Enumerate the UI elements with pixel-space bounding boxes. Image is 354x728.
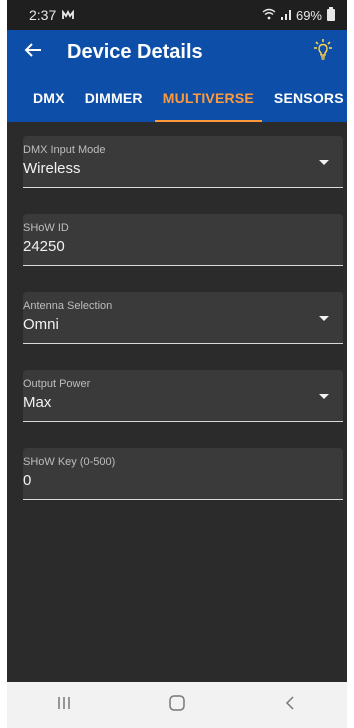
- system-nav-bar: [7, 682, 347, 728]
- status-time: 2:37: [29, 7, 57, 23]
- phone-screen: 2:37 69% Device Details DMX DIMMER MULTI…: [7, 0, 347, 728]
- field-label: SHoW Key (0-500): [23, 456, 116, 468]
- recent-apps-icon: [56, 696, 72, 715]
- status-left: 2:37: [29, 7, 75, 23]
- field-value: 24250: [23, 238, 65, 255]
- tab-dmx[interactable]: DMX: [33, 74, 65, 122]
- show-id-input[interactable]: SHoW ID 24250: [23, 214, 343, 266]
- signal-icon: [280, 8, 291, 23]
- dropdown-arrow-icon: [319, 394, 329, 399]
- antenna-selection-select[interactable]: Antenna Selection Omni: [23, 292, 343, 344]
- lightbulb-icon: [311, 38, 335, 67]
- tab-bar: DMX DIMMER MULTIVERSE SENSORS: [7, 74, 347, 122]
- home-button[interactable]: [157, 690, 197, 720]
- tab-dimmer[interactable]: DIMMER: [85, 74, 143, 122]
- recent-apps-button[interactable]: [44, 690, 84, 720]
- m-logo-icon: [62, 7, 75, 23]
- arrow-left-icon: [24, 42, 42, 63]
- field-label: Antenna Selection: [23, 300, 113, 312]
- dmx-input-mode-select[interactable]: DMX Input Mode Wireless: [23, 136, 343, 188]
- field-value: Max: [23, 394, 52, 411]
- field-label: Output Power: [23, 378, 91, 390]
- form-content: DMX Input Mode Wireless SHoW ID 24250 An…: [7, 122, 347, 500]
- field-value: Omni: [23, 316, 59, 333]
- dropdown-arrow-icon: [319, 316, 329, 321]
- field-value: 0: [23, 472, 32, 489]
- back-nav-button[interactable]: [270, 690, 310, 720]
- back-button[interactable]: [21, 40, 45, 64]
- status-bar: 2:37 69%: [7, 0, 347, 30]
- chevron-left-icon: [285, 695, 295, 716]
- show-key-input[interactable]: SHoW Key (0-500) 0: [23, 448, 343, 500]
- wifi-icon: [262, 8, 276, 23]
- field-label: SHoW ID: [23, 222, 69, 234]
- battery-percent: 69%: [295, 7, 322, 23]
- home-icon: [168, 694, 186, 717]
- tab-sensors[interactable]: SENSORS: [274, 74, 344, 122]
- field-label: DMX Input Mode: [23, 144, 106, 156]
- dropdown-arrow-icon: [319, 160, 329, 165]
- tab-multiverse[interactable]: MULTIVERSE: [154, 74, 263, 122]
- field-value: Wireless: [23, 160, 81, 177]
- output-power-select[interactable]: Output Power Max: [23, 370, 343, 422]
- battery-icon: [327, 7, 335, 21]
- identify-button[interactable]: [309, 38, 337, 66]
- app-bar: Device Details: [7, 30, 347, 74]
- status-right: 69%: [262, 7, 335, 23]
- page-title: Device Details: [67, 40, 203, 63]
